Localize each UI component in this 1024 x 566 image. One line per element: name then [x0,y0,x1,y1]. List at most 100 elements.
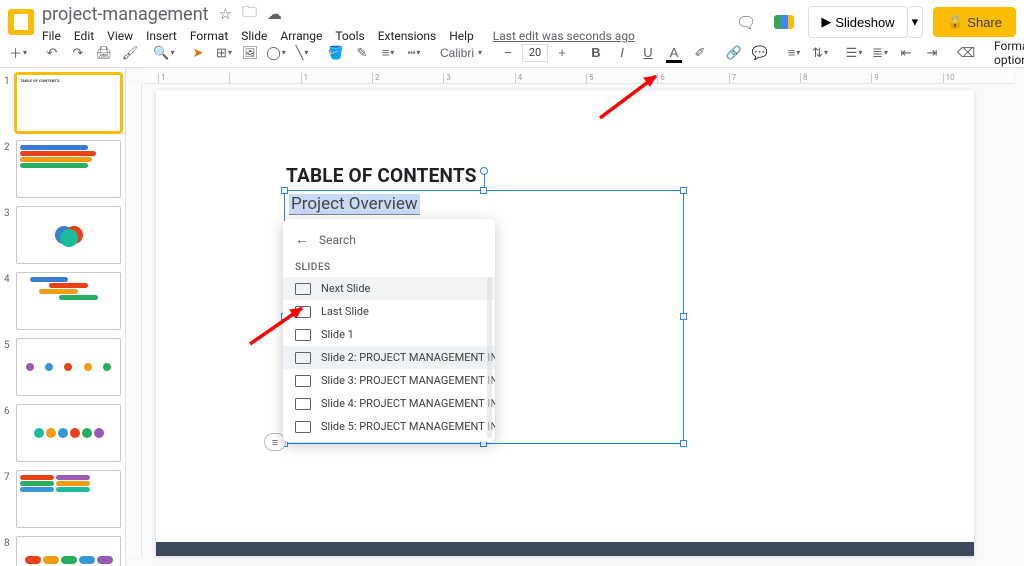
comment-history-icon[interactable]: 🗨 [732,8,760,36]
border-dash-button[interactable]: ┅ [402,42,426,64]
menu-file[interactable]: File [42,29,61,43]
link-item-label: Last Slide [321,305,369,318]
link-item-next-slide[interactable]: Next Slide [283,277,495,300]
thumbnail-2[interactable] [16,140,121,198]
text-color-button[interactable]: A [662,42,686,64]
line-tool[interactable]: ╲ [290,42,314,64]
share-button[interactable]: 🔒 Share [933,7,1016,37]
numbered-list-button[interactable]: ≣ [868,42,892,64]
menu-tools[interactable]: Tools [335,29,364,43]
font-size-decrease[interactable]: − [496,42,520,64]
menu-extensions[interactable]: Extensions [378,29,436,43]
link-section-header: SLIDES [283,256,495,277]
slide-canvas[interactable]: TABLE OF CONTENTS Project Overview ← Sea… [156,90,974,556]
slide-icon [295,375,311,387]
link-item-slide-2[interactable]: Slide 2: PROJECT MANAGEMENT INFOGRAPHICS [283,346,495,369]
paint-format-button[interactable]: 🖌 [118,42,142,64]
menu-edit[interactable]: Edit [74,29,94,43]
textbox-tool[interactable]: ⊞ [212,42,236,64]
resize-handle-tl[interactable] [281,187,288,194]
vertical-ruler [126,84,142,556]
menu-slide[interactable]: Slide [241,29,267,43]
decrease-indent-button[interactable]: ⇤ [894,42,918,64]
selected-text[interactable]: Project Overview [289,194,420,215]
select-tool[interactable]: ➤ [186,42,210,64]
thumbnail-8[interactable] [16,536,121,566]
bold-button[interactable]: B [584,42,608,64]
border-color-button[interactable]: ✎ [350,42,374,64]
insert-link-button[interactable]: 🔗 [722,42,746,64]
link-item-last-slide[interactable]: Last Slide [283,300,495,323]
fill-color-button[interactable]: 🪣 [324,42,348,64]
link-item-label: Next Slide [321,282,370,295]
resize-handle-tr[interactable] [680,187,687,194]
link-item-label: Slide 4: PROJECT MANAGEMENT INFOGRAPHICS [321,397,495,410]
slideshow-button[interactable]: ▶ Slideshow [808,6,907,38]
align-button[interactable]: ≡ [782,42,806,64]
clear-formatting-button[interactable]: ⌫ [954,42,978,64]
shape-tool[interactable]: ◯ [264,42,288,64]
font-size-stepper[interactable]: − 20 + [496,42,574,64]
slide-footer-bar [156,542,974,556]
underline-button[interactable]: U [636,42,660,64]
font-name-label: Calibri [440,46,474,60]
search-input[interactable]: Search [319,233,356,247]
link-item-slide-3[interactable]: Slide 3: PROJECT MANAGEMENT INFOGRAPHICS [283,369,495,392]
link-item-label: Slide 3: PROJECT MANAGEMENT INFOGRAPHICS [321,374,495,387]
thumbnail-7[interactable] [16,470,121,528]
image-tool[interactable]: 🖼 [238,42,262,64]
resize-handle-mr[interactable] [680,313,687,320]
slide-icon [295,283,311,295]
menu-bar: File Edit View Insert Format Slide Arran… [42,29,732,43]
rotation-handle[interactable] [480,167,488,175]
insert-comment-button[interactable]: 💬 [748,42,772,64]
font-size-increase[interactable]: + [550,42,574,64]
font-family-select[interactable]: Calibri [436,42,486,64]
thumb-number: 1 [4,74,12,132]
link-item-slide-1[interactable]: Slide 1 [283,323,495,346]
share-label: Share [967,15,1002,30]
meet-icon[interactable] [770,8,798,36]
last-edit-label[interactable]: Last edit was seconds ago [493,29,635,43]
slide-icon [295,352,311,364]
line-spacing-button[interactable]: ⇅ [808,42,832,64]
cloud-status-icon[interactable]: ☁ [267,5,282,23]
undo-button[interactable]: ↶ [40,42,64,64]
thumbnail-panel[interactable]: 1 TABLE OF CONTENTS 2 3 4 5 6 7 8 [0,68,126,566]
link-slide-list: Next Slide Last Slide Slide 1 Slide 2: P… [283,277,495,438]
menu-arrange[interactable]: Arrange [280,29,322,43]
thumbnail-6[interactable] [16,404,121,462]
document-title[interactable]: project-management [42,4,209,25]
popup-scrollbar[interactable] [487,277,492,438]
menu-format[interactable]: Format [190,29,228,43]
thumbnail-4[interactable] [16,272,121,330]
thumbnail-5[interactable] [16,338,121,396]
link-item-slide-4[interactable]: Slide 4: PROJECT MANAGEMENT INFOGRAPHICS [283,392,495,415]
border-weight-button[interactable]: ≡ [376,42,400,64]
workspace: 1 TABLE OF CONTENTS 2 3 4 5 6 7 8 112345… [0,68,1024,566]
slides-logo-icon[interactable] [8,9,34,35]
menu-insert[interactable]: Insert [146,29,177,43]
print-button[interactable]: 🖨 [92,42,116,64]
thumb-number: 8 [4,536,12,566]
thumbnail-3[interactable] [16,206,121,264]
zoom-button[interactable]: 🔍 [152,42,176,64]
redo-button[interactable]: ↷ [66,42,90,64]
menu-help[interactable]: Help [449,29,474,43]
bullet-list-button[interactable]: ☰ [842,42,866,64]
resize-handle-tm[interactable] [480,187,487,194]
format-options-button[interactable]: Format options [988,39,1024,67]
link-item-slide-5[interactable]: Slide 5: PROJECT MANAGEMENT INFOGRAPHICS [283,415,495,438]
resize-handle-br[interactable] [680,440,687,447]
thumbnail-1[interactable]: TABLE OF CONTENTS [16,74,121,132]
slideshow-dropdown[interactable]: ▾ [908,6,924,38]
star-icon[interactable]: ☆ [219,5,232,23]
italic-button[interactable]: I [610,42,634,64]
font-size-value[interactable]: 20 [522,44,548,62]
move-icon[interactable]: 🗀 [242,2,257,27]
highlight-color-button[interactable]: ✐ [688,42,712,64]
back-arrow-icon[interactable]: ← [295,231,309,248]
new-slide-button[interactable]: ＋ [6,42,30,64]
menu-view[interactable]: View [107,29,133,43]
increase-indent-button[interactable]: ⇥ [920,42,944,64]
